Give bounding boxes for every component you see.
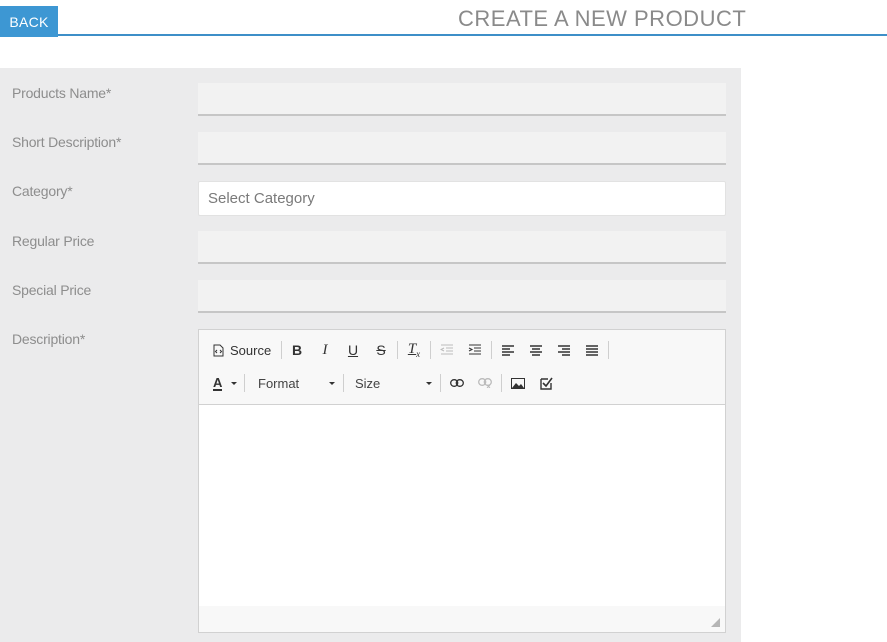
- indent-button[interactable]: [466, 339, 484, 361]
- page-title: CREATE A NEW PRODUCT: [458, 6, 747, 31]
- special-price-input[interactable]: [198, 280, 726, 313]
- remove-format-icon: Tx: [407, 341, 421, 359]
- text-color-icon: A: [213, 374, 223, 391]
- align-right-icon: [557, 344, 570, 356]
- align-center-icon: [529, 344, 542, 356]
- format-dropdown[interactable]: Format: [251, 372, 337, 394]
- checkbox-button[interactable]: [537, 372, 555, 394]
- align-right-button[interactable]: [555, 339, 573, 361]
- remove-format-button[interactable]: Tx: [404, 339, 424, 361]
- source-label: Source: [230, 342, 272, 358]
- resize-handle-icon[interactable]: [711, 618, 720, 627]
- format-label: Format: [258, 375, 300, 391]
- bold-button[interactable]: B: [288, 339, 306, 361]
- italic-button[interactable]: I: [316, 339, 334, 361]
- product-name-label: Products Name*: [12, 85, 112, 101]
- italic-icon: I: [322, 341, 328, 358]
- top-bar: BACK CREATE A NEW PRODUCT: [0, 0, 887, 37]
- description-editor: Source B I U S Tx A Format Size: [198, 329, 726, 633]
- link-icon: [450, 379, 464, 387]
- underline-button[interactable]: U: [344, 339, 362, 361]
- outdent-icon: [440, 344, 453, 355]
- regular-price-label: Regular Price: [12, 233, 95, 249]
- category-label: Category*: [12, 183, 73, 199]
- outdent-button[interactable]: [438, 339, 456, 361]
- align-left-button[interactable]: [499, 339, 517, 361]
- align-left-icon: [501, 344, 514, 356]
- image-button[interactable]: [509, 372, 527, 394]
- editor-content-area[interactable]: [199, 405, 725, 606]
- size-label: Size: [355, 375, 381, 391]
- product-name-input[interactable]: [198, 83, 726, 116]
- short-description-input[interactable]: [198, 132, 726, 165]
- chevron-down-icon: [426, 382, 432, 385]
- special-price-label: Special Price: [12, 282, 92, 298]
- bold-icon: B: [291, 342, 303, 358]
- source-icon: [213, 344, 224, 356]
- category-select-placeholder: Select Category: [208, 190, 315, 207]
- editor-toolbar: Source B I U S Tx A Format Size: [199, 330, 725, 405]
- strikethrough-button[interactable]: S: [372, 339, 390, 361]
- chevron-down-icon: [329, 382, 335, 385]
- link-button[interactable]: [448, 372, 466, 394]
- align-center-button[interactable]: [527, 339, 545, 361]
- size-dropdown[interactable]: Size: [348, 372, 434, 394]
- underline-icon: U: [347, 342, 359, 358]
- unlink-icon: [478, 378, 492, 388]
- checkbox-icon: [539, 377, 553, 390]
- indent-icon: [468, 344, 481, 355]
- justify-button[interactable]: [583, 339, 601, 361]
- justify-icon: [585, 344, 598, 356]
- image-icon: [511, 377, 525, 389]
- short-description-label: Short Description*: [12, 134, 122, 150]
- text-color-button[interactable]: A: [213, 372, 239, 394]
- description-label: Description*: [12, 331, 86, 347]
- strikethrough-icon: S: [376, 342, 386, 358]
- regular-price-input[interactable]: [198, 231, 726, 264]
- source-button[interactable]: Source: [213, 339, 275, 361]
- category-select[interactable]: Select Category: [198, 181, 726, 216]
- back-button[interactable]: BACK: [0, 6, 58, 37]
- unlink-button[interactable]: [476, 372, 494, 394]
